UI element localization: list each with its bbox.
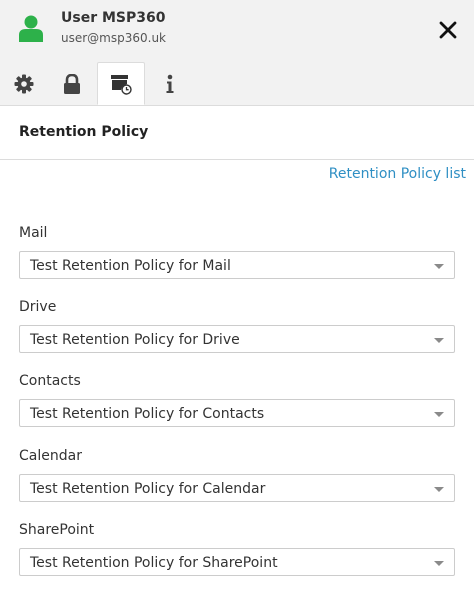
mail-label: Mail bbox=[19, 225, 48, 241]
contacts-label: Contacts bbox=[19, 373, 81, 389]
retention-policy-list-link[interactable]: Retention Policy list bbox=[329, 166, 466, 182]
section-title: Retention Policy bbox=[19, 124, 149, 140]
divider bbox=[0, 159, 474, 160]
tab-retention[interactable] bbox=[97, 62, 145, 105]
calendar-policy-select[interactable]: Test Retention Policy for Calendar bbox=[19, 474, 455, 502]
tab-info[interactable] bbox=[146, 62, 194, 105]
sharepoint-policy-select[interactable]: Test Retention Policy for SharePoint bbox=[19, 548, 455, 576]
chevron-down-icon bbox=[434, 412, 444, 417]
contacts-policy-value: Test Retention Policy for Contacts bbox=[30, 406, 265, 422]
chevron-down-icon bbox=[434, 561, 444, 566]
user-name: User MSP360 bbox=[61, 10, 166, 26]
panel-header: User MSP360 user@msp360.uk bbox=[0, 0, 474, 62]
mail-policy-value: Test Retention Policy for Mail bbox=[30, 258, 231, 274]
chevron-down-icon bbox=[434, 338, 444, 343]
calendar-policy-value: Test Retention Policy for Calendar bbox=[30, 481, 266, 497]
info-icon bbox=[166, 74, 174, 93]
tab-bar bbox=[0, 62, 474, 106]
drive-label: Drive bbox=[19, 299, 57, 315]
sharepoint-label: SharePoint bbox=[19, 522, 95, 538]
lock-icon bbox=[64, 73, 80, 94]
close-icon[interactable] bbox=[438, 20, 458, 40]
user-avatar-icon bbox=[19, 15, 43, 42]
calendar-label: Calendar bbox=[19, 448, 82, 464]
drive-policy-select[interactable]: Test Retention Policy for Drive bbox=[19, 325, 455, 353]
contacts-policy-select[interactable]: Test Retention Policy for Contacts bbox=[19, 399, 455, 427]
user-email: user@msp360.uk bbox=[61, 31, 167, 45]
gear-icon bbox=[14, 74, 34, 93]
chevron-down-icon bbox=[434, 264, 444, 269]
sharepoint-policy-value: Test Retention Policy for SharePoint bbox=[30, 555, 278, 571]
archive-clock-icon bbox=[111, 74, 132, 95]
tab-settings[interactable] bbox=[0, 62, 48, 105]
drive-policy-value: Test Retention Policy for Drive bbox=[30, 332, 240, 348]
tab-security[interactable] bbox=[48, 62, 96, 105]
mail-policy-select[interactable]: Test Retention Policy for Mail bbox=[19, 251, 455, 279]
chevron-down-icon bbox=[434, 487, 444, 492]
